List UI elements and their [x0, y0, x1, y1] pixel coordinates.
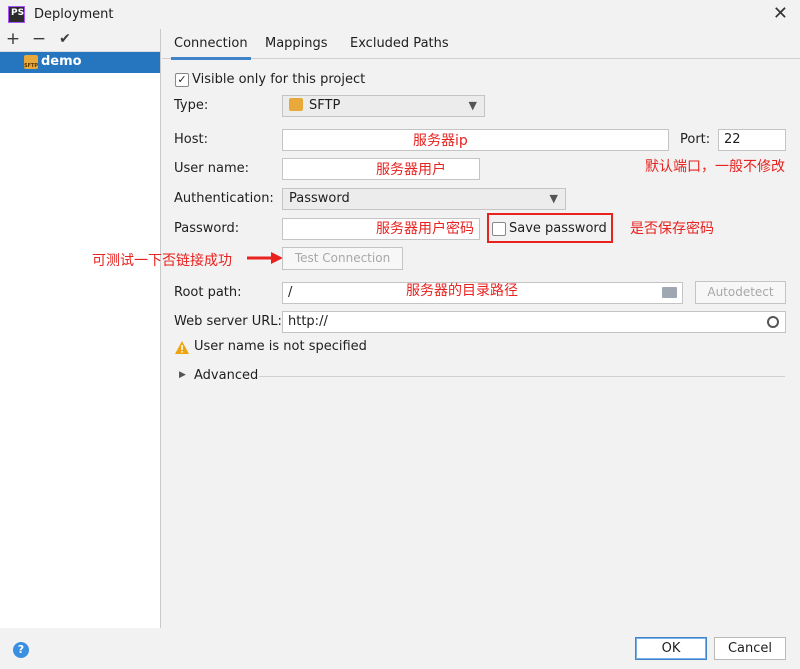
- server-item-demo[interactable]: SFTP demo: [0, 52, 160, 73]
- host-annotation: 服务器ip: [413, 133, 468, 149]
- port-label: Port:: [680, 132, 711, 147]
- tab-connection[interactable]: Connection: [171, 36, 251, 60]
- server-list-toolbar: + − ✔: [0, 29, 160, 52]
- warning-text: User name is not specified: [194, 339, 367, 354]
- test-annotation: 可测试一下否链接成功: [92, 253, 232, 269]
- cancel-button[interactable]: Cancel: [714, 637, 786, 660]
- add-icon[interactable]: +: [4, 29, 22, 49]
- advanced-section-label[interactable]: Advanced: [194, 368, 258, 383]
- web-url-value: http://: [288, 314, 328, 329]
- port-input[interactable]: 22: [718, 129, 786, 151]
- server-item-label: demo: [41, 54, 82, 69]
- sftp-type-icon: [289, 98, 303, 111]
- type-select[interactable]: SFTP ▼: [282, 95, 485, 117]
- arrow-right-icon: [247, 252, 283, 264]
- port-annotation: 默认端口，一般不修改: [645, 159, 785, 175]
- remove-icon[interactable]: −: [30, 29, 48, 49]
- visible-only-checkbox[interactable]: ✓: [175, 73, 189, 87]
- host-label: Host:: [174, 132, 208, 147]
- root-path-label: Root path:: [174, 285, 242, 300]
- folder-icon[interactable]: [662, 287, 677, 298]
- auth-select-value: Password: [289, 191, 350, 206]
- password-annotation: 服务器用户密码: [376, 221, 474, 237]
- advanced-divider: [259, 376, 785, 377]
- visible-only-label: Visible only for this project: [192, 72, 366, 87]
- phpstorm-logo-icon: PS: [8, 6, 25, 23]
- type-select-value: SFTP: [309, 98, 341, 113]
- chevron-down-icon: ▼: [468, 99, 477, 112]
- autodetect-button[interactable]: Autodetect: [695, 281, 786, 304]
- close-icon[interactable]: ✕: [773, 3, 788, 24]
- password-label: Password:: [174, 221, 240, 236]
- tab-mappings[interactable]: Mappings: [265, 36, 328, 51]
- tab-excluded-paths[interactable]: Excluded Paths: [350, 36, 449, 51]
- warning-icon: [175, 341, 189, 354]
- checkmark-icon[interactable]: ✔: [56, 31, 74, 47]
- ok-button[interactable]: OK: [635, 637, 707, 660]
- tab-bar: Connection Mappings Excluded Paths: [162, 29, 800, 60]
- help-icon[interactable]: ?: [13, 642, 29, 658]
- chevron-right-icon[interactable]: ▶: [179, 370, 186, 380]
- root-annotation: 服务器的目录路径: [406, 283, 518, 299]
- test-connection-button[interactable]: Test Connection: [282, 247, 403, 270]
- host-input[interactable]: [282, 129, 669, 151]
- username-annotation: 服务器用户: [376, 162, 446, 178]
- save-annotation: 是否保存密码: [630, 221, 714, 237]
- auth-label: Authentication:: [174, 191, 274, 206]
- web-url-label: Web server URL:: [174, 314, 282, 329]
- auth-select[interactable]: Password ▼: [282, 188, 566, 210]
- root-path-value: /: [288, 285, 293, 300]
- server-list-panel: + − ✔ SFTP demo: [0, 29, 161, 628]
- window-title: Deployment: [34, 7, 114, 22]
- save-password-label: Save password: [509, 221, 607, 236]
- dialog-footer: ? OK Cancel: [0, 628, 800, 669]
- chevron-down-icon: ▼: [549, 192, 558, 205]
- web-url-input[interactable]: http://: [282, 311, 786, 333]
- type-label: Type:: [174, 98, 209, 113]
- sftp-server-icon: SFTP: [24, 55, 38, 69]
- save-password-checkbox[interactable]: [492, 222, 506, 236]
- username-label: User name:: [174, 161, 250, 176]
- globe-icon[interactable]: [767, 316, 779, 328]
- title-bar: PS Deployment ✕: [0, 0, 800, 29]
